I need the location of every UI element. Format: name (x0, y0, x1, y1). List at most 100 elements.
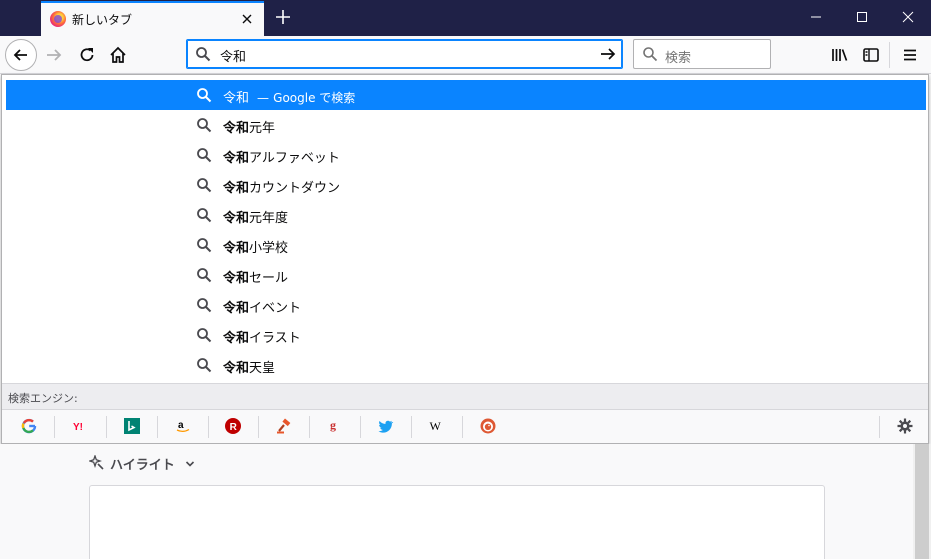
search-icon (197, 358, 212, 373)
search-bar[interactable]: 検索 (633, 39, 771, 69)
suggestion-text: 令和 — Google で検索 (223, 87, 355, 106)
google-icon[interactable] (21, 418, 37, 434)
amazon-icon[interactable]: a (175, 418, 191, 434)
suggestion-completion: イラスト (249, 331, 301, 346)
menu-icon[interactable] (900, 45, 920, 65)
engine-divider (360, 416, 361, 438)
library-icon[interactable] (830, 45, 850, 65)
suggestion-match: 令和 (223, 211, 250, 226)
toolbar-divider (889, 42, 890, 68)
suggestion-match: 令和 (223, 181, 250, 196)
forward-button[interactable] (44, 45, 64, 65)
search-icon (197, 298, 212, 313)
suggestion-match: 令和 (223, 301, 250, 316)
svg-text:W: W (430, 419, 442, 433)
engine-divider (106, 416, 107, 438)
suggestion-completion: セール (249, 271, 289, 286)
suggestion-item[interactable]: 令和セール (6, 260, 926, 290)
close-tab-icon[interactable] (240, 12, 254, 26)
back-button[interactable] (5, 39, 37, 71)
suggestion-match: 令和 (223, 241, 250, 256)
search-icon (197, 208, 212, 223)
suggestion-text: 令和カウントダウン (223, 177, 340, 196)
rakuten-icon[interactable]: R (225, 418, 241, 434)
suggestion-item[interactable]: 令和イラスト (6, 320, 926, 350)
duckduckgo-icon[interactable] (480, 418, 496, 434)
engine-divider (258, 416, 259, 438)
suggestion-completion: カウントダウン (249, 181, 341, 196)
engines-bar: Y! a R g W (2, 409, 928, 443)
engine-divider (157, 416, 158, 438)
sidebar-icon[interactable] (861, 45, 881, 65)
svg-text:a: a (178, 420, 184, 431)
search-icon (197, 268, 212, 283)
suggestion-text: 令和セール (223, 267, 288, 286)
search-input[interactable]: 検索 (665, 47, 691, 66)
engine-divider (879, 416, 880, 438)
url-input[interactable]: 令和 (220, 46, 246, 65)
title-bar: 新しいタブ (0, 0, 931, 36)
search-icon (197, 178, 212, 193)
highlight-card[interactable] (89, 485, 825, 559)
suggestion-query: 令和 (223, 91, 250, 106)
suggestion-match: 令和 (223, 121, 250, 136)
suggestion-completion: 元年 (249, 121, 276, 136)
twitter-icon[interactable] (378, 418, 394, 434)
suggestion-item[interactable]: 令和元年 (6, 110, 926, 140)
close-window-button[interactable] (885, 0, 931, 33)
highlights-label: ハイライト (110, 458, 175, 473)
suggestion-separator: — (257, 91, 270, 105)
new-tab-button[interactable] (272, 6, 294, 28)
search-icon (197, 238, 212, 253)
search-icon (643, 47, 658, 62)
suggestion-match: 令和 (223, 151, 250, 166)
suggestion-text: 令和イラスト (223, 327, 301, 346)
suggestion-item[interactable]: 令和天皇 (6, 350, 926, 380)
suggestion-completion: アルファベット (249, 151, 340, 166)
suggestion-text: 令和元年 (223, 117, 275, 136)
search-icon (196, 47, 211, 62)
bing-icon[interactable] (124, 418, 140, 434)
go-arrow-icon[interactable] (598, 44, 618, 64)
url-bar[interactable]: 令和 (186, 39, 623, 69)
new-tab-page: ハイライト (0, 444, 913, 559)
suggestion-item[interactable]: 令和カウントダウン (6, 170, 926, 200)
maximize-button[interactable] (839, 0, 885, 33)
svg-text:R: R (230, 422, 238, 433)
nav-toolbar: 令和 検索 (0, 36, 931, 74)
suggestion-text: 令和元年度 (223, 207, 288, 226)
suggestion-completion: イベント (249, 301, 302, 316)
wikipedia-icon[interactable]: W (429, 418, 445, 434)
engine-divider (411, 416, 412, 438)
reload-button[interactable] (77, 45, 97, 65)
back-arrow-icon (13, 49, 27, 61)
suggestion-engine-text: Google で検索 (273, 91, 356, 105)
engine-divider (54, 416, 55, 438)
tab-new-tab[interactable]: 新しいタブ (41, 1, 264, 36)
engine-divider (309, 416, 310, 438)
engine-divider (462, 416, 463, 438)
suggestion-item[interactable]: 令和イベント (6, 290, 926, 320)
suggestion-text: 令和アルファベット (223, 147, 340, 166)
suggestion-text: 令和イベント (223, 297, 301, 316)
scrollbar-thumb[interactable] (915, 444, 929, 559)
suggestion-item[interactable]: 令和元年度 (6, 200, 926, 230)
minimize-button[interactable] (793, 0, 839, 33)
suggestion-match: 令和 (223, 331, 250, 346)
engine-divider (208, 416, 209, 438)
engines-header: 検索エンジン: (2, 383, 928, 409)
auction-icon[interactable] (276, 418, 292, 434)
page-scrollbar[interactable] (913, 444, 931, 559)
yahoo-icon[interactable]: Y! (73, 418, 91, 434)
suggestion-search-google[interactable]: 令和 — Google で検索 (6, 80, 926, 110)
search-icon (197, 328, 212, 343)
suggestion-text: 令和天皇 (223, 357, 275, 376)
home-button[interactable] (108, 45, 128, 65)
suggestion-completion: 元年度 (249, 211, 289, 226)
suggestion-item[interactable]: 令和小学校 (6, 230, 926, 260)
suggestion-item[interactable]: 令和アルファベット (6, 140, 926, 170)
tab-title: 新しいタブ (72, 13, 133, 27)
suggestion-completion: 天皇 (249, 361, 276, 376)
goo-icon[interactable]: g (327, 418, 343, 434)
gear-icon[interactable] (896, 417, 914, 435)
